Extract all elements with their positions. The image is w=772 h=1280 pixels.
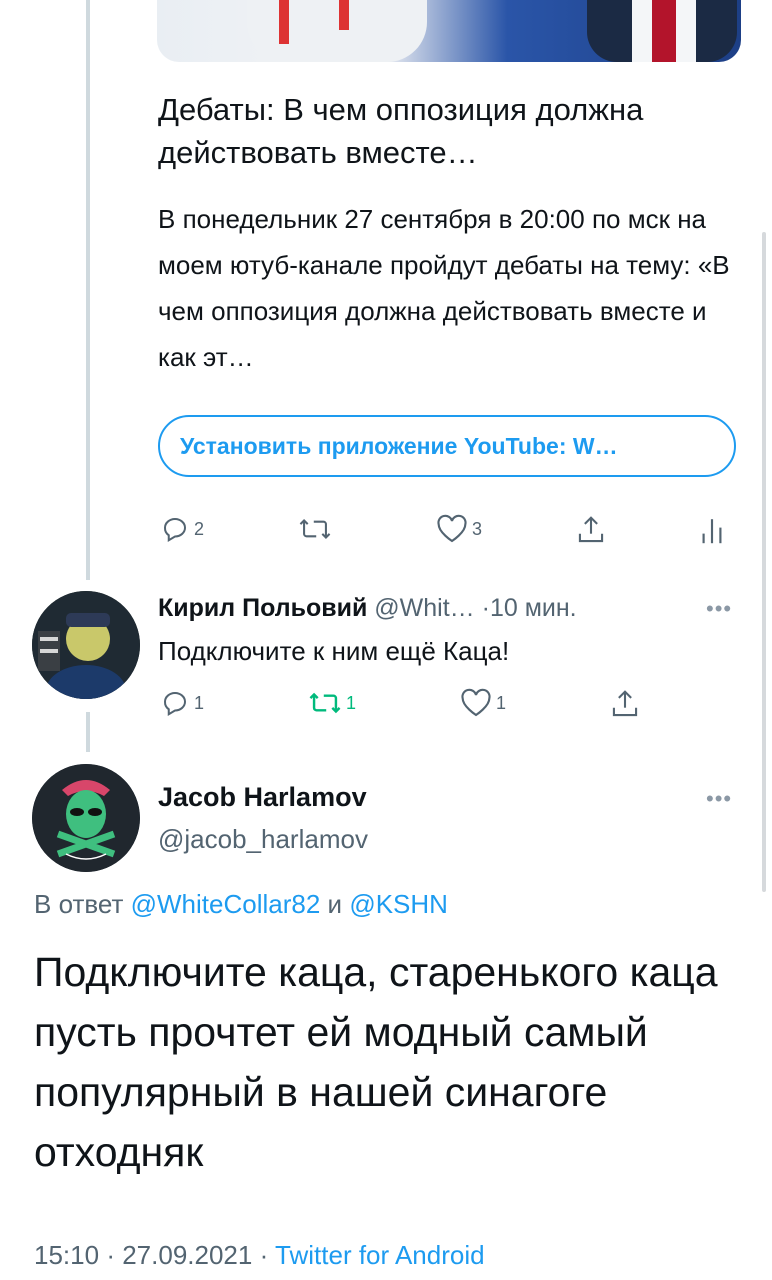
heart-icon xyxy=(461,688,491,717)
reply-author-name[interactable]: Кирил Польовий xyxy=(158,594,367,622)
heart-icon xyxy=(437,514,467,543)
like-count: 3 xyxy=(472,518,483,539)
mention-link[interactable]: @WhiteCollar82 xyxy=(131,889,321,919)
share-icon xyxy=(612,690,638,717)
link-card-thumbnail[interactable] xyxy=(157,0,741,62)
reply-and: и xyxy=(327,889,343,919)
main-tweet-text: Подключите каца, старенького каца пусть … xyxy=(34,949,718,1175)
main-author-handle[interactable]: @jacob_harlamov xyxy=(158,824,368,855)
separator: · xyxy=(106,1240,115,1270)
thread-line xyxy=(86,0,90,580)
share-button[interactable] xyxy=(610,688,640,720)
avatar[interactable] xyxy=(32,591,140,699)
retweet-button[interactable]: 1 xyxy=(308,688,356,718)
tweet-date: 27.09.2021 xyxy=(122,1240,253,1270)
like-button[interactable]: 3 xyxy=(436,514,482,544)
scrollbar[interactable] xyxy=(762,232,766,892)
more-icon[interactable]: ••• xyxy=(706,596,732,622)
retweet-icon xyxy=(299,519,331,539)
reply-prefix: В ответ xyxy=(34,889,124,919)
avatar[interactable] xyxy=(32,764,140,872)
share-icon xyxy=(578,516,604,543)
retweet-icon xyxy=(309,692,341,714)
link-card-title[interactable]: Дебаты: В чем оппозиция должна действова… xyxy=(158,88,738,174)
separator: · xyxy=(481,594,490,622)
reply-time[interactable]: 10 мин. xyxy=(490,594,577,622)
reply-button[interactable]: 2 xyxy=(160,514,204,544)
separator: · xyxy=(259,1240,269,1270)
mention-link[interactable]: @KSHN xyxy=(349,889,448,919)
retweet-count: 1 xyxy=(346,692,357,713)
reply-header: Кирил Польовий @Whit… ·10 мин. xyxy=(158,592,577,624)
like-button[interactable]: 1 xyxy=(460,688,506,718)
analytics-icon xyxy=(702,519,722,544)
reply-count: 1 xyxy=(194,692,205,713)
link-card-description[interactable]: В понедельник 27 сентября в 20:00 по мск… xyxy=(158,196,748,380)
more-icon[interactable]: ••• xyxy=(706,786,732,812)
reply-actions: 1 1 1 xyxy=(160,688,660,724)
retweet-button[interactable] xyxy=(298,514,336,544)
reply-icon xyxy=(164,692,186,717)
reply-count: 2 xyxy=(194,518,205,539)
thread-line xyxy=(86,712,90,752)
reply-text: Подключите к ним ещё Каца! xyxy=(158,636,510,666)
reply-button[interactable]: 1 xyxy=(160,688,204,718)
reply-author-handle[interactable]: @Whit… xyxy=(374,594,474,622)
install-youtube-button[interactable]: Установить приложение YouTube: W… xyxy=(158,415,736,477)
like-count: 1 xyxy=(496,692,507,713)
tweet-meta: 15:10 · 27.09.2021 · Twitter for Android xyxy=(34,1240,485,1271)
tweet-actions: 2 3 xyxy=(160,514,740,550)
replying-to: В ответ @WhiteCollar82 и @KSHN xyxy=(34,889,448,920)
tweet-time: 15:10 xyxy=(34,1240,100,1270)
main-author-name[interactable]: Jacob Harlamov xyxy=(158,782,367,813)
tweet-source-link[interactable]: Twitter for Android xyxy=(275,1240,485,1270)
share-button[interactable] xyxy=(576,514,606,546)
analytics-button[interactable] xyxy=(700,514,724,546)
reply-icon xyxy=(164,518,186,543)
